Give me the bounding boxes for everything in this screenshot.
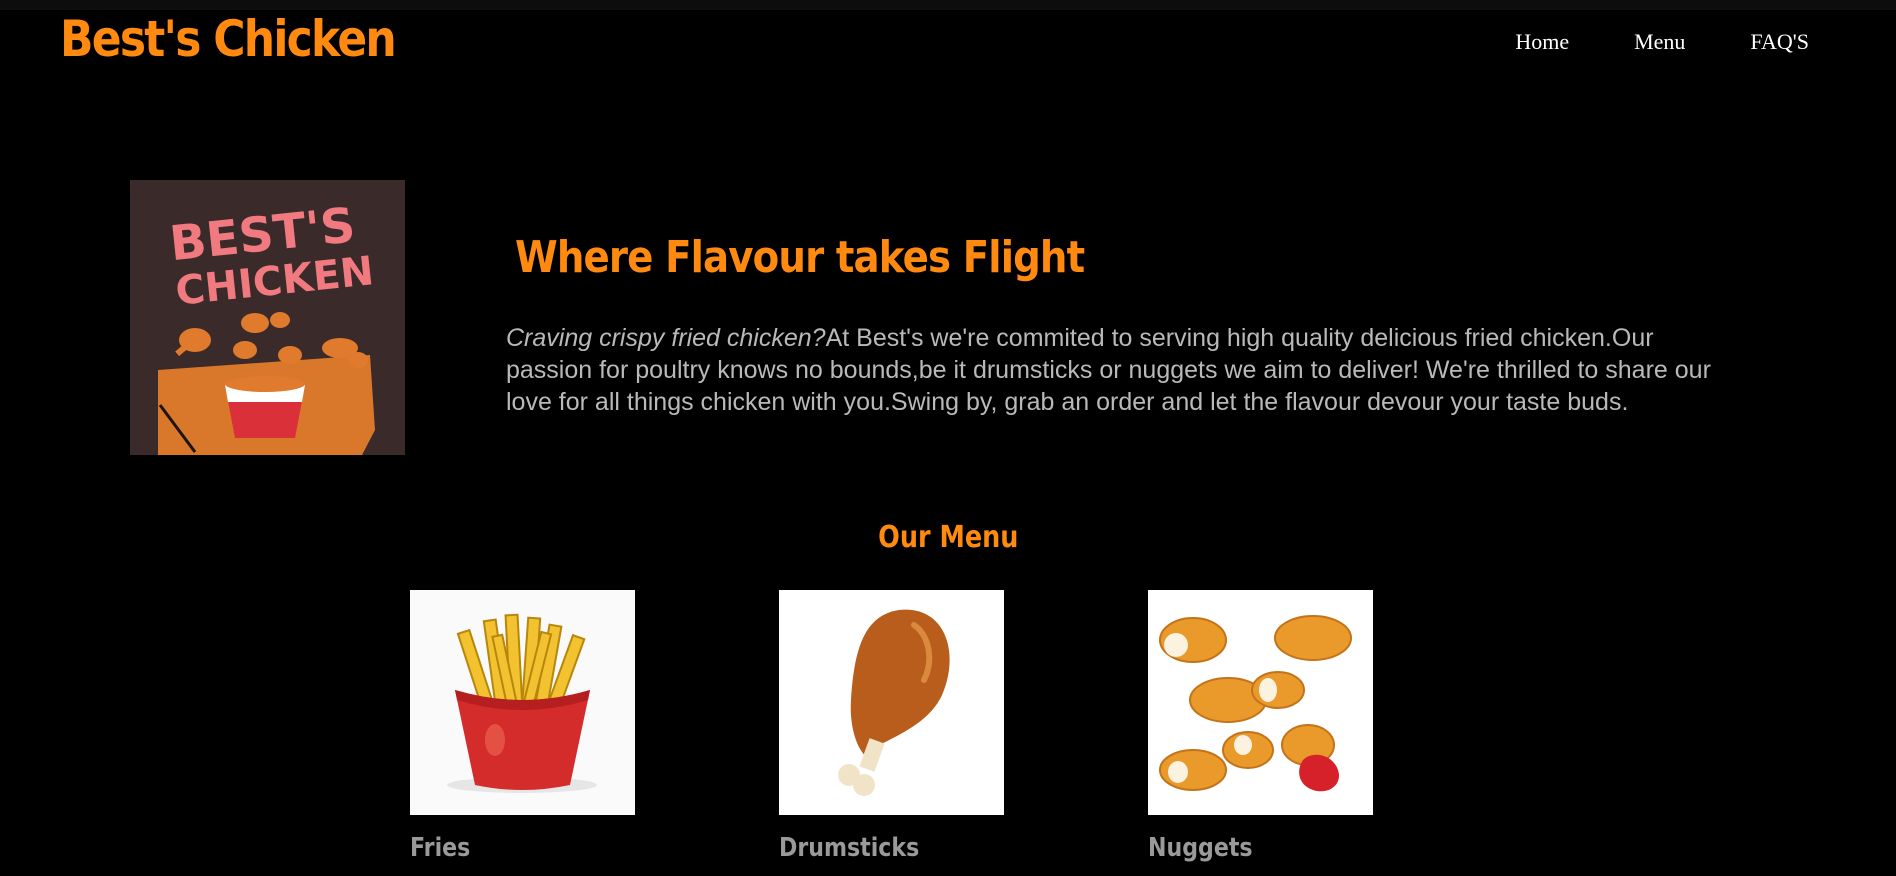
menu-card-fries[interactable]: Fries	[410, 590, 635, 863]
nuggets-icon	[1148, 590, 1373, 815]
main-nav: Home Menu FAQ'S	[1450, 29, 1809, 55]
hero-description-italic: Craving crispy fried chicken?	[506, 324, 826, 352]
menu-card-drumsticks[interactable]: Drumsticks	[779, 590, 1004, 863]
menu-item-name-drumsticks: Drumsticks	[779, 833, 920, 863]
nav-menu-link[interactable]: Menu	[1634, 29, 1685, 55]
drumstick-icon	[779, 590, 1004, 815]
site-brand[interactable]: Best's Chicken	[60, 12, 397, 67]
nav-home-link[interactable]: Home	[1515, 29, 1569, 55]
nav-faq-link[interactable]: FAQ'S	[1750, 29, 1809, 55]
menu-item-name-nuggets: Nuggets	[1148, 833, 1253, 863]
fries-icon	[410, 590, 635, 815]
hero-title: Where Flavour takes Flight	[515, 232, 1085, 283]
top-border	[0, 0, 1896, 10]
menu-card-nuggets[interactable]: Nuggets	[1148, 590, 1373, 863]
hero-description: Craving crispy fried chicken?At Best's w…	[506, 322, 1746, 418]
menu-item-name-fries: Fries	[410, 833, 471, 863]
menu-section-title: Our Menu	[878, 520, 1019, 555]
brand-logo-image: BEST'S CHICKEN	[130, 180, 405, 455]
